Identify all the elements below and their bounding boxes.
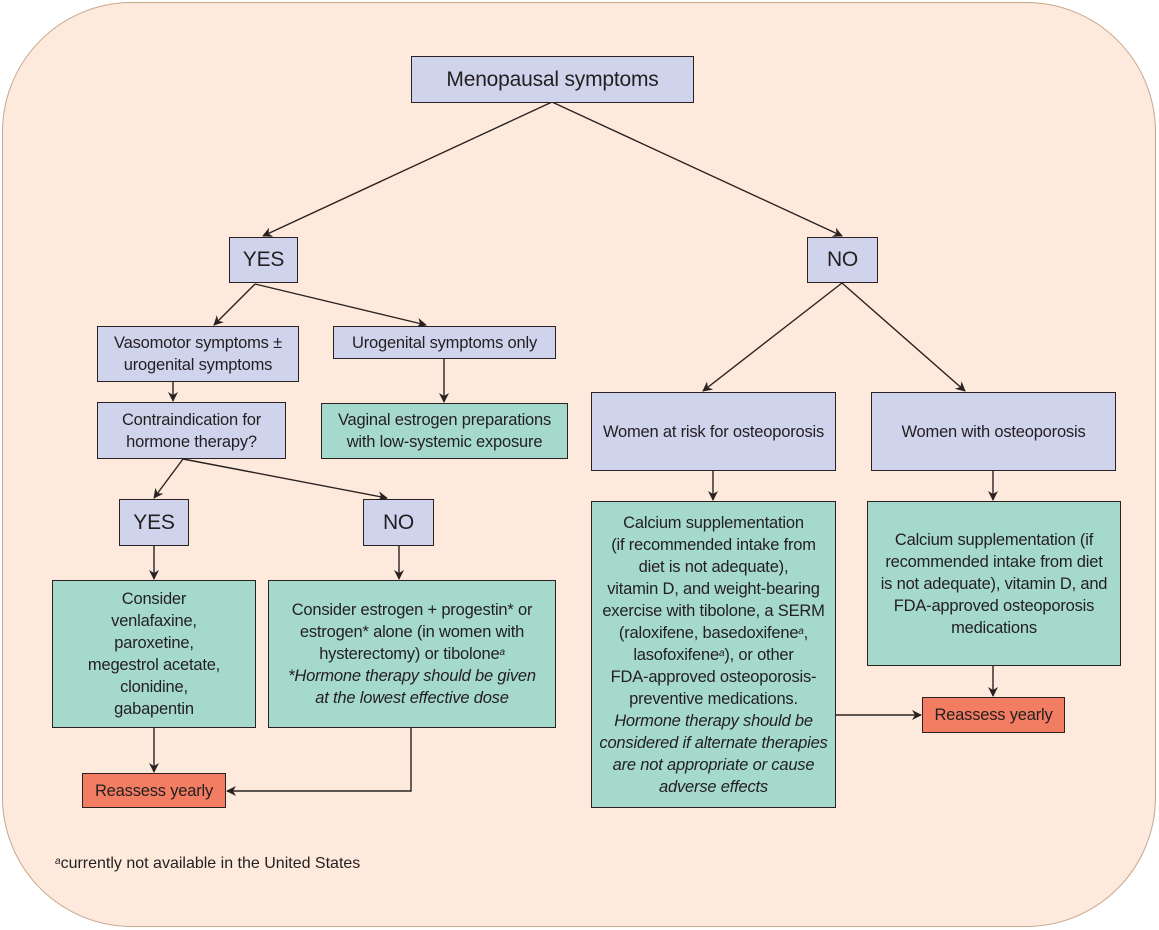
node-label-line: Contraindication for (121, 410, 262, 429)
node-treatment-options: Calcium supplementation (if recommended … (867, 501, 1121, 666)
node-label-line: recommended intake from diet (885, 552, 1103, 571)
node-label-line: lasofoxifenea), or other (599, 644, 827, 666)
node-note-line: are not appropriate or cause (612, 755, 815, 774)
node-label-text: hysterectomy) or tibolone (319, 645, 500, 663)
node-label-line: is not adequate), vitamin D, and (880, 574, 1108, 593)
node-reassess-yearly-right: Reassess yearly (922, 697, 1065, 733)
node-label-line: urogenital symptoms (123, 356, 273, 374)
node-note-line: *Hormone therapy should be given (288, 667, 536, 685)
node-label-line: (raloxifene, basedoxifenea, (599, 622, 827, 644)
node-reassess-yearly-left: Reassess yearly (82, 773, 226, 808)
edge-yes-vasomotor (213, 283, 256, 326)
node-label-line: FDA-approved osteoporosis- (610, 667, 817, 686)
edge-no-withosteo (841, 282, 966, 392)
node-label-text: (raloxifene, basedoxifene (618, 623, 799, 642)
node-label-line: preventive medications. (629, 689, 798, 708)
node-label-line: hormone therapy? (126, 432, 257, 451)
node-label-line: medications (951, 618, 1037, 637)
node-label-line: (if recommended intake from (611, 535, 816, 554)
node-label-line: diet is not adequate), (638, 557, 789, 576)
node-label-line: Vaginal estrogen preparations (337, 411, 552, 429)
node-contra-no: NO (363, 499, 434, 546)
node-label-line: Calcium supplementation (623, 513, 804, 532)
node-label-text: ), or other (724, 645, 794, 664)
node-label: Women with osteoporosis (901, 422, 1086, 441)
node-label-line: Vasomotor symptoms ± (114, 334, 282, 352)
node-label-line: estrogen* alone (in women with (299, 623, 525, 641)
node-label-line: megestrol acetate, (87, 656, 221, 674)
node-label: Women at risk for osteoporosis (602, 422, 825, 441)
node-note-line: Hormone therapy should be (614, 711, 813, 730)
node-label: Urogenital symptoms only (351, 333, 538, 352)
node-label: Reassess yearly (934, 706, 1053, 724)
node-women-with-osteoporosis: Women with osteoporosis (871, 392, 1116, 471)
node-urogenital-only: Urogenital symptoms only (333, 326, 556, 359)
node-label-line: hysterectomy) or tibolonea (288, 643, 536, 665)
node-label-text: lasofoxifene (633, 645, 719, 664)
node-label-text: , (803, 623, 809, 642)
node-note-line: at the lowest effective dose (315, 689, 509, 707)
node-label: Menopausal symptoms (446, 67, 659, 91)
node-contra-yes: YES (119, 499, 189, 546)
footnote: acurrently not available in the United S… (55, 855, 360, 873)
edge-hormonal-reassess (226, 727, 412, 796)
node-label-line: gabapentin (114, 700, 194, 718)
edge-root-no (551, 101, 843, 237)
node-label: NO (382, 510, 415, 534)
node-menopausal-symptoms: Menopausal symptoms (411, 56, 694, 103)
node-label-line: with low-systemic exposure (346, 433, 543, 451)
node-vasomotor-symptoms: Vasomotor symptoms ± urogenital symptoms (97, 326, 299, 382)
node-label: Reassess yearly (94, 781, 214, 800)
edge-root-yes (262, 101, 553, 237)
edge-contra-yes (153, 458, 184, 499)
node-note-line: adverse effects (659, 777, 768, 796)
node-label-line: FDA-approved osteoporosis (893, 596, 1095, 615)
edge-yes-urogenital (254, 283, 427, 328)
node-label-line: clonidine, (120, 678, 188, 696)
node-label-line: Consider (121, 590, 187, 608)
node-label-line: vitamin D, and weight-bearing (607, 579, 820, 598)
footnote-text: currently not available in the United St… (60, 855, 361, 872)
node-women-at-risk: Women at risk for osteoporosis (591, 392, 836, 471)
node-label: YES (242, 248, 285, 271)
node-no: NO (807, 237, 878, 283)
node-label-line: Calcium supplementation (if (894, 530, 1094, 549)
node-label: YES (133, 510, 175, 534)
node-note-line: considered if alternate therapies (599, 733, 828, 752)
node-hormonal-options: Consider estrogen + progestin* or estrog… (268, 580, 556, 728)
node-nonhormonal-options: Consider venlafaxine, paroxetine, megest… (52, 580, 256, 728)
edge-contra-no (182, 458, 388, 502)
node-label: NO (826, 248, 859, 271)
node-label-line: paroxetine, (114, 634, 194, 652)
footnote-marker: a (499, 647, 505, 658)
node-contraindication: Contraindication for hormone therapy? (97, 402, 286, 459)
node-label-line: Consider estrogen + progestin* or (291, 601, 533, 619)
node-prevention-options: Calcium supplementation (if recommended … (591, 501, 836, 808)
node-label-line: exercise with tibolone, a SERM (602, 601, 825, 620)
edge-no-atrisk (702, 282, 843, 392)
node-label-line: venlafaxine, (111, 612, 197, 630)
node-yes: YES (229, 237, 298, 283)
node-vaginal-estrogen: Vaginal estrogen preparations with low-s… (321, 403, 568, 459)
